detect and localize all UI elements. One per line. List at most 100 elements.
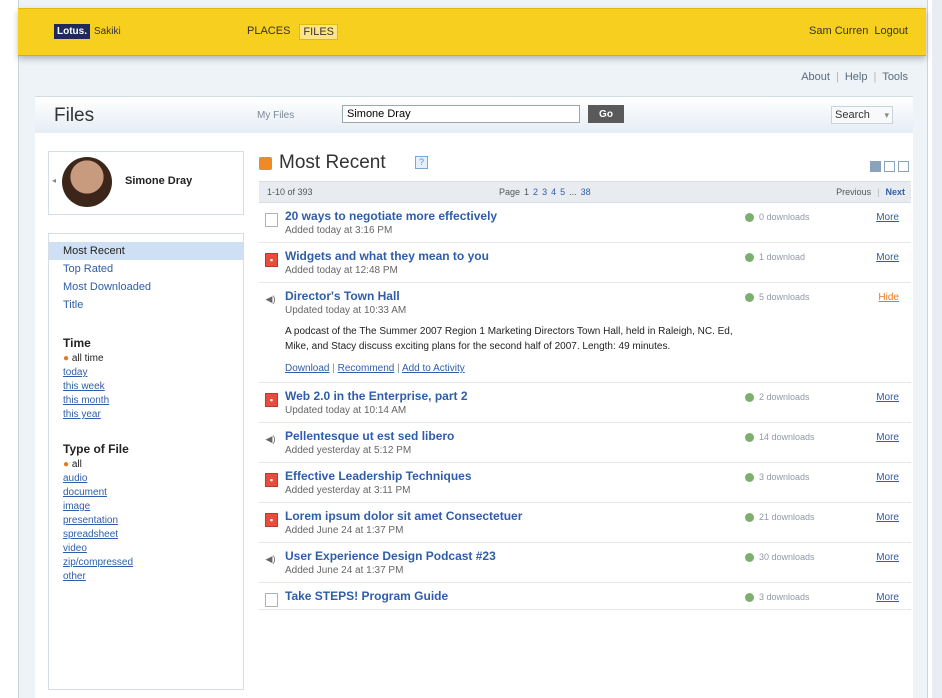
- download-count: 2 downloads: [745, 392, 810, 402]
- logout-link[interactable]: Logout: [874, 25, 908, 37]
- list-item: ▪ Web 2.0 in the Enterprise, part 2 Upda…: [259, 383, 911, 423]
- avatar[interactable]: [62, 157, 112, 207]
- type-heading: Type of File: [63, 442, 129, 456]
- download-icon: [745, 292, 754, 302]
- page-link[interactable]: 38: [581, 187, 591, 197]
- nav-files[interactable]: FILES: [299, 24, 338, 40]
- product-logo[interactable]: Lotus. Sakiki: [54, 24, 121, 39]
- time-link-week[interactable]: this week: [63, 380, 229, 394]
- file-description: A podcast of the The Summer 2007 Region …: [285, 326, 733, 352]
- download-count-label: 5 downloads: [759, 292, 810, 302]
- about-link[interactable]: About: [801, 71, 830, 83]
- main-nav: PLACES FILES: [244, 24, 338, 40]
- download-count: 3 downloads: [745, 592, 810, 602]
- profile-name[interactable]: Simone Dray: [125, 175, 192, 187]
- type-current: ● all: [63, 458, 229, 472]
- more-link[interactable]: More: [876, 432, 899, 443]
- file-subtitle: Added today at 3:16 PM: [285, 225, 393, 236]
- recommend-link[interactable]: Recommend: [338, 363, 395, 374]
- more-link[interactable]: More: [876, 252, 899, 263]
- my-files-link[interactable]: My Files: [257, 110, 294, 121]
- help-link[interactable]: Help: [845, 71, 868, 83]
- section-title: Most Recent: [279, 152, 386, 173]
- time-current: ● all time: [63, 352, 229, 366]
- list-view-icon[interactable]: [870, 161, 881, 172]
- prev-next: Previous | Next: [836, 187, 905, 197]
- type-link-document[interactable]: document: [63, 486, 229, 500]
- user-menu: Sam Curren Logout: [809, 25, 908, 37]
- summary-view-icon[interactable]: [884, 161, 895, 172]
- page-current: 1: [524, 187, 530, 197]
- more-link[interactable]: More: [876, 592, 899, 603]
- chevron-down-icon[interactable]: ▾: [884, 110, 889, 121]
- download-count-label: 2 downloads: [759, 392, 810, 402]
- download-link[interactable]: Download: [285, 363, 329, 374]
- file-title[interactable]: User Experience Design Podcast #23: [285, 549, 911, 563]
- download-count-label: 3 downloads: [759, 592, 810, 602]
- rss-feed-icon[interactable]: [259, 157, 272, 170]
- time-link-today[interactable]: today: [63, 366, 229, 380]
- bullet-icon: ●: [63, 353, 72, 364]
- hide-link[interactable]: Hide: [878, 292, 899, 303]
- more-link[interactable]: More: [876, 212, 899, 223]
- file-title[interactable]: Effective Leadership Techniques: [285, 469, 911, 483]
- sidebar-nav: Most Recent Top Rated Most Downloaded Ti…: [49, 242, 243, 314]
- type-filter: Type of File ● all audio document image …: [49, 442, 243, 584]
- bullet-icon: ●: [63, 459, 72, 470]
- file-title[interactable]: Director's Town Hall: [285, 289, 911, 303]
- add-to-activity-link[interactable]: Add to Activity: [402, 363, 465, 374]
- details-view-icon[interactable]: [898, 161, 909, 172]
- list-item: 20 ways to negotiate more effectively Ad…: [259, 203, 911, 243]
- sidebar-item-top-rated[interactable]: Top Rated: [49, 260, 243, 278]
- help-icon[interactable]: ?: [415, 156, 428, 169]
- file-subtitle: Updated today at 10:33 AM: [285, 305, 407, 316]
- page-links: Page 1 2 3 4 5 ... 38: [499, 187, 591, 197]
- type-link-image[interactable]: image: [63, 500, 229, 514]
- file-subtitle: Added yesterday at 3:11 PM: [285, 485, 411, 496]
- chevron-left-icon[interactable]: ◂: [52, 176, 56, 185]
- type-link-audio[interactable]: audio: [63, 472, 229, 486]
- file-title[interactable]: Pellentesque ut est sed libero: [285, 429, 911, 443]
- download-icon: [745, 252, 754, 262]
- download-count-label: 1 download: [759, 252, 806, 262]
- file-title[interactable]: Widgets and what they mean to you: [285, 249, 911, 263]
- sidebar-item-title[interactable]: Title: [49, 296, 243, 314]
- more-link[interactable]: More: [876, 512, 899, 523]
- sidebar: Most Recent Top Rated Most Downloaded Ti…: [48, 233, 244, 690]
- tools-link[interactable]: Tools: [882, 71, 908, 83]
- page-link[interactable]: 3: [542, 187, 547, 197]
- file-subtitle: Added June 24 at 1:37 PM: [285, 525, 404, 536]
- type-link-presentation[interactable]: presentation: [63, 514, 229, 528]
- type-link-zip[interactable]: zip/compressed: [63, 556, 229, 570]
- more-link[interactable]: More: [876, 392, 899, 403]
- type-link-other[interactable]: other: [63, 570, 229, 584]
- file-title[interactable]: Lorem ipsum dolor sit amet Consectetuer: [285, 509, 911, 523]
- sidebar-item-most-downloaded[interactable]: Most Downloaded: [49, 278, 243, 296]
- next-link[interactable]: Next: [885, 187, 905, 197]
- type-link-video[interactable]: video: [63, 542, 229, 556]
- utility-links: About | Help | Tools: [801, 71, 908, 83]
- logo-brand: Lotus.: [54, 24, 90, 39]
- nav-places[interactable]: PLACES: [244, 24, 293, 40]
- user-name[interactable]: Sam Curren: [809, 25, 868, 37]
- sidebar-item-most-recent[interactable]: Most Recent: [49, 242, 243, 260]
- more-link[interactable]: More: [876, 472, 899, 483]
- logo-product: Sakiki: [94, 26, 121, 37]
- page-link[interactable]: 2: [533, 187, 538, 197]
- more-link[interactable]: More: [876, 552, 899, 563]
- search-button[interactable]: Search ▾: [831, 106, 893, 124]
- page-link[interactable]: 5: [560, 187, 565, 197]
- page-link[interactable]: 4: [551, 187, 556, 197]
- go-button[interactable]: Go: [588, 105, 624, 123]
- time-link-year[interactable]: this year: [63, 408, 229, 422]
- file-title[interactable]: Web 2.0 in the Enterprise, part 2: [285, 389, 911, 403]
- download-count: 5 downloads: [745, 292, 810, 302]
- file-title[interactable]: Take STEPS! Program Guide: [285, 589, 911, 603]
- download-icon: [745, 552, 754, 562]
- search-input[interactable]: [342, 105, 580, 123]
- list-item: ◀) Pellentesque ut est sed libero Added …: [259, 423, 911, 463]
- type-link-spreadsheet[interactable]: spreadsheet: [63, 528, 229, 542]
- file-title[interactable]: 20 ways to negotiate more effectively: [285, 209, 911, 223]
- time-heading: Time: [63, 336, 91, 350]
- time-link-month[interactable]: this month: [63, 394, 229, 408]
